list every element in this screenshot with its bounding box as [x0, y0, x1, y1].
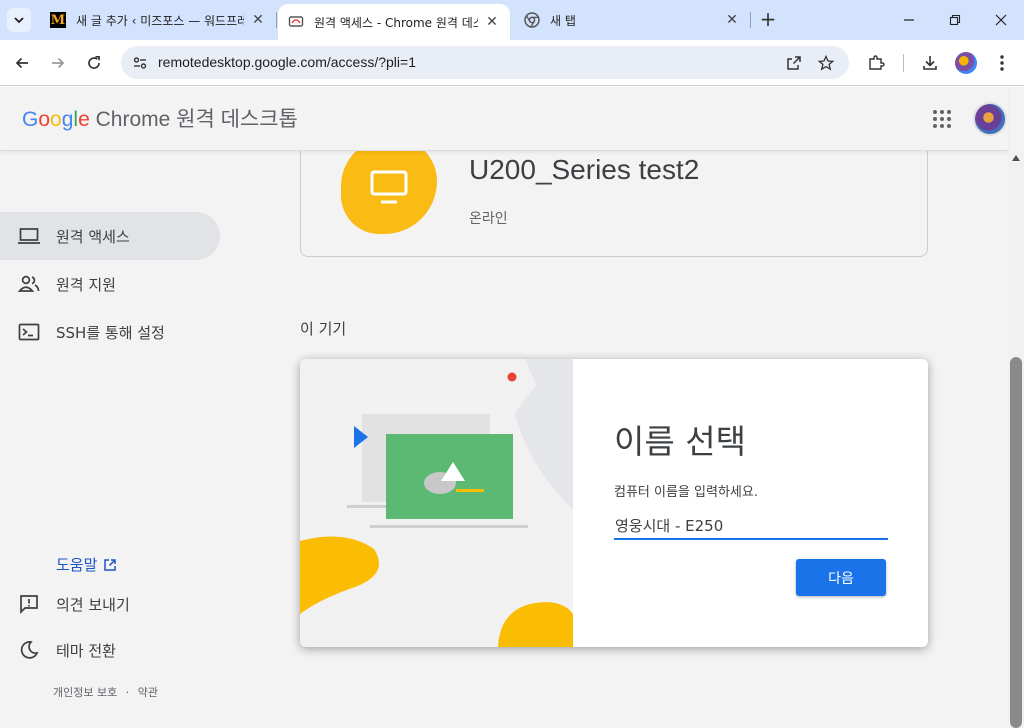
computer-name-input[interactable]: [614, 512, 888, 540]
bookmark-star-icon[interactable]: [815, 52, 837, 74]
illustration-graphic: [300, 359, 573, 647]
new-tab-button[interactable]: +: [758, 9, 778, 30]
close-tab-icon[interactable]: ✕: [724, 12, 740, 28]
page-content: Google Chrome 원격 데스크톱 U200_Series test2 …: [0, 87, 1024, 728]
arrow-left-icon: [15, 57, 28, 69]
account-avatar[interactable]: [973, 102, 1007, 136]
toolbar-separator: [903, 54, 904, 72]
app-header: Google Chrome 원격 데스크톱: [0, 87, 1008, 151]
choose-name-dialog: 이름 선택 컴퓨터 이름을 입력하세요. 다음: [300, 359, 928, 647]
scroll-up-arrow[interactable]: [1012, 155, 1020, 161]
tab-title: 새 글 추가 ‹ 미즈포스 — 워드프레스: [76, 13, 244, 28]
download-icon[interactable]: [918, 51, 942, 75]
tab-remote-access[interactable]: 원격 액세스 - Chrome 원격 데스크톱 ✕: [278, 4, 510, 40]
mizforce-favicon-icon: M: [50, 12, 66, 28]
product-logo[interactable]: Google Chrome 원격 데스크톱: [22, 103, 298, 133]
close-tab-icon[interactable]: ✕: [250, 12, 266, 28]
chevron-down-icon: [14, 17, 24, 24]
url-text: remotedesktop.google.com/access/?pli=1: [158, 54, 416, 70]
minimize-button[interactable]: [894, 8, 924, 32]
back-button[interactable]: [10, 51, 34, 75]
restore-button[interactable]: [940, 8, 970, 32]
scroll-thumb[interactable]: [1010, 357, 1022, 728]
tab-search-button[interactable]: [7, 8, 31, 32]
chrome-remote-desktop-favicon-icon: [288, 14, 304, 30]
extensions-icon[interactable]: [864, 51, 888, 75]
chrome-favicon-icon: [524, 12, 540, 28]
site-settings-icon[interactable]: [129, 52, 151, 74]
profile-avatar[interactable]: [955, 52, 977, 74]
minimize-icon: [904, 19, 914, 21]
next-button[interactable]: 다음: [796, 559, 886, 596]
close-window-button[interactable]: [986, 8, 1016, 32]
product-name: Chrome 원격 데스크톱: [89, 108, 298, 131]
tab-new-tab[interactable]: 새 탭 ✕: [514, 5, 750, 35]
arrow-right-icon: [52, 57, 65, 69]
tab-separator: [750, 12, 751, 28]
restore-icon: [949, 14, 961, 26]
dialog-illustration: [300, 359, 573, 647]
tab-title: 원격 액세스 - Chrome 원격 데스크톱: [314, 15, 478, 30]
tab-title: 새 탭: [550, 13, 576, 28]
tab-strip: M 새 글 추가 ‹ 미즈포스 — 워드프레스 ✕ 원격 액세스 - Chrom…: [0, 0, 1024, 40]
dialog-prompt: 컴퓨터 이름을 입력하세요.: [614, 485, 758, 500]
close-icon: [995, 14, 1007, 26]
forward-button[interactable]: [46, 51, 70, 75]
more-menu-icon[interactable]: [990, 51, 1014, 75]
dialog-title: 이름 선택: [614, 422, 746, 461]
reload-button[interactable]: [82, 51, 106, 75]
apps-grid-icon[interactable]: [932, 109, 952, 129]
tab-wordpress[interactable]: M 새 글 추가 ‹ 미즈포스 — 워드프레스 ✕: [40, 5, 276, 35]
address-bar[interactable]: remotedesktop.google.com/access/?pli=1: [121, 46, 849, 79]
page-scrollbar[interactable]: [1008, 151, 1024, 728]
close-tab-icon[interactable]: ✕: [484, 14, 500, 30]
tab-separator: [276, 12, 277, 28]
reload-icon: [88, 55, 100, 69]
open-in-app-icon[interactable]: [783, 52, 805, 74]
browser-toolbar: remotedesktop.google.com/access/?pli=1: [0, 40, 1024, 86]
